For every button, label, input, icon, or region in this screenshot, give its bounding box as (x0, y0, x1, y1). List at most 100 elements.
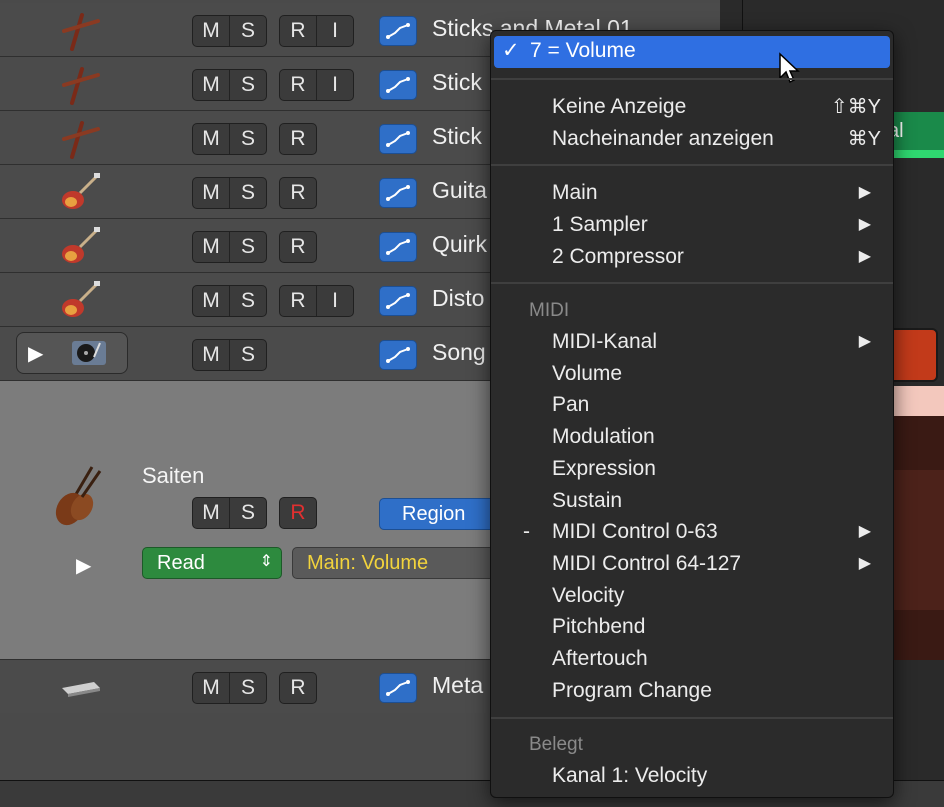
menu-item[interactable]: Keine Anzeige ⇧⌘Y (491, 92, 893, 122)
solo-button[interactable]: S (229, 16, 266, 46)
solo-button[interactable]: S (229, 673, 266, 703)
automation-button[interactable] (379, 124, 417, 154)
record-enable-button[interactable]: R (280, 673, 316, 703)
menu-item[interactable]: Pitchbend (491, 612, 893, 642)
solo-button[interactable]: S (229, 340, 266, 370)
track-name[interactable]: Guita (432, 177, 487, 204)
menu-item-selected[interactable]: ✓ 7 = Volume (494, 36, 890, 68)
record-enable-button[interactable]: R (280, 286, 316, 316)
mute-button[interactable]: M (193, 340, 229, 370)
submenu-arrow-icon: ▶ (858, 184, 871, 201)
track-name[interactable]: Song (432, 339, 486, 366)
track-name[interactable]: Saiten (142, 463, 204, 489)
submenu-arrow-icon: ▶ (858, 216, 871, 233)
record-enable-button[interactable]: R (280, 232, 316, 262)
menu-item[interactable]: Aftertouch (491, 644, 893, 674)
mute-solo-group: MS (192, 285, 267, 317)
automation-button[interactable] (379, 232, 417, 262)
record-enable-button[interactable]: R (280, 124, 316, 154)
solo-button[interactable]: S (229, 232, 266, 262)
track-name[interactable]: Meta (432, 672, 483, 699)
mute-solo-group: MS (192, 339, 267, 371)
drumsticks-icon (58, 117, 102, 159)
drumsticks-icon (58, 9, 102, 51)
menu-item[interactable]: Nacheinander anzeigen ⌘Y (491, 124, 893, 154)
automation-button[interactable] (379, 340, 417, 370)
menu-item-label: Keine Anzeige (552, 95, 687, 118)
track-name[interactable]: Stick (432, 69, 482, 96)
electric-guitar-icon (58, 279, 102, 321)
record-enable-button[interactable]: R (280, 16, 316, 46)
automation-button[interactable] (379, 286, 417, 316)
record-input-group: R (279, 672, 317, 704)
menu-separator (491, 282, 893, 284)
automation-button[interactable] (379, 70, 417, 100)
menu-item[interactable]: Kanal 1: Velocity (491, 761, 893, 791)
menu-item-label: Velocity (552, 583, 625, 607)
menu-item[interactable]: MIDI Control 0-63 ▶ - (491, 517, 893, 547)
menu-item[interactable]: MIDI Control 64-127 ▶ (491, 549, 893, 579)
menu-item[interactable]: 2 Compressor ▶ (491, 242, 893, 272)
menu-item-label: Pan (552, 393, 590, 417)
solo-button[interactable]: S (229, 70, 266, 100)
menu-section-header: Belegt (529, 734, 583, 755)
electric-guitar-icon (58, 171, 102, 213)
mute-button[interactable]: M (193, 16, 229, 46)
mute-solo-group: MS (192, 672, 267, 704)
menu-item[interactable]: MIDI-Kanal ▶ (491, 327, 893, 357)
submenu-arrow-icon: ▶ (858, 554, 871, 572)
menu-item-label: Sustain (552, 488, 623, 512)
input-monitor-button[interactable]: I (316, 286, 353, 316)
menu-item-label: Program Change (552, 678, 712, 702)
solo-button[interactable]: S (229, 498, 266, 528)
menu-separator (491, 717, 893, 719)
mute-button[interactable]: M (193, 178, 229, 208)
checkmark-icon: ✓ (502, 39, 520, 62)
menu-item[interactable]: Sustain (491, 486, 893, 516)
menu-item[interactable]: Pan (491, 390, 893, 420)
menu-item-label: Aftertouch (552, 647, 648, 670)
mute-button[interactable]: M (193, 498, 229, 528)
region-button-label: Region (402, 503, 466, 525)
mute-button[interactable]: M (193, 232, 229, 262)
menu-item-label: Nacheinander anzeigen (552, 127, 774, 150)
automation-button[interactable] (379, 178, 417, 208)
shortcut-label: ⌘Y (847, 128, 881, 150)
solo-button[interactable]: S (229, 178, 266, 208)
track-name[interactable]: Stick (432, 123, 482, 150)
menu-item[interactable]: Expression (491, 454, 893, 484)
menu-item[interactable]: Program Change (491, 676, 893, 706)
track-name[interactable]: Disto (432, 285, 484, 312)
automation-button[interactable] (379, 16, 417, 46)
solo-button[interactable]: S (229, 124, 266, 154)
mute-button[interactable]: M (193, 70, 229, 100)
violin-icon (52, 461, 112, 536)
menu-item[interactable]: Main ▶ (491, 178, 893, 208)
input-monitor-button[interactable]: I (316, 70, 353, 100)
turntable-icon (66, 331, 110, 373)
record-input-group: R (279, 123, 317, 155)
disclosure-triangle-icon[interactable]: ▶ (76, 553, 91, 578)
input-monitor-button[interactable]: I (316, 16, 353, 46)
track-name[interactable]: Quirk (432, 231, 487, 258)
record-enable-button[interactable]: R (280, 498, 316, 528)
menu-item[interactable]: Modulation (491, 422, 893, 452)
mute-solo-group: MS (192, 177, 267, 209)
mute-button[interactable]: M (193, 673, 229, 703)
disclosure-triangle-icon[interactable]: ▶ (28, 341, 43, 366)
record-enable-button[interactable]: R (280, 70, 316, 100)
automation-button[interactable] (379, 673, 417, 703)
solo-button[interactable]: S (229, 286, 266, 316)
mute-button[interactable]: M (193, 286, 229, 316)
menu-item-label: MIDI Control 64-127 (552, 551, 742, 575)
keyboard-icon (58, 666, 102, 708)
automation-mode-select[interactable]: Read ⇕ (142, 547, 282, 579)
menu-item[interactable]: 1 Sampler ▶ (491, 210, 893, 240)
menu-item[interactable]: Velocity (491, 581, 893, 611)
menu-item-label: 2 Compressor (552, 245, 684, 268)
record-enable-button[interactable]: R (280, 178, 316, 208)
mute-button[interactable]: M (193, 124, 229, 154)
menu-item[interactable]: Volume (491, 359, 893, 389)
menu-item-label: Pitchbend (552, 615, 646, 639)
updown-chevron-icon: ⇕ (259, 553, 273, 570)
